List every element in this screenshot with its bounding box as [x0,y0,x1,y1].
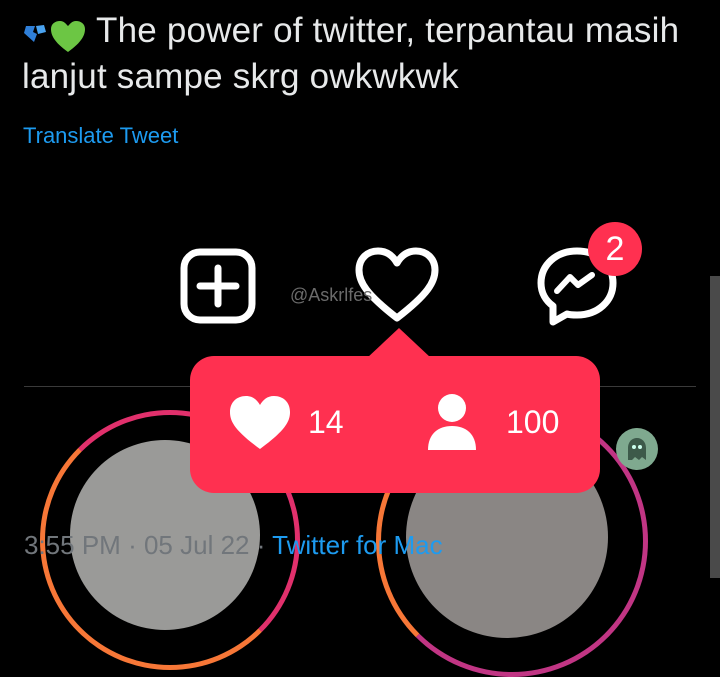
translate-tweet-link[interactable]: Translate Tweet [23,123,178,149]
add-post-icon [180,248,256,324]
emoji-group [22,20,86,54]
watermark: @Askrlfes [290,285,373,305]
tweet-date[interactable]: 05 Jul 22 [144,530,250,560]
tweet-source[interactable]: Twitter for Mac [272,530,442,560]
scrollbar[interactable] [710,276,720,578]
mini-avatar [616,428,658,470]
tweet-meta: 3:55 PM · 05 Jul 22 · Twitter for Mac [24,530,443,561]
activity-bubble: 14 100 [190,356,600,493]
followers-count: 100 [506,404,560,440]
meta-separator: · [256,530,266,560]
green-heart-icon [51,21,85,52]
notification-badge: 2 [588,222,642,276]
person-icon [426,392,478,452]
broken-heart-icon [24,25,46,42]
likes-count: 14 [308,404,344,440]
tweet-time[interactable]: 3:55 PM [24,530,121,560]
ghost-icon [628,438,646,460]
meta-separator: · [128,530,137,560]
tweet-body: The power of twitter, terpantau masih la… [22,11,680,96]
tweet-text: The power of twitter, terpantau masih la… [22,8,702,100]
bubble-tip [367,328,431,358]
heart-filled-icon [228,394,292,452]
